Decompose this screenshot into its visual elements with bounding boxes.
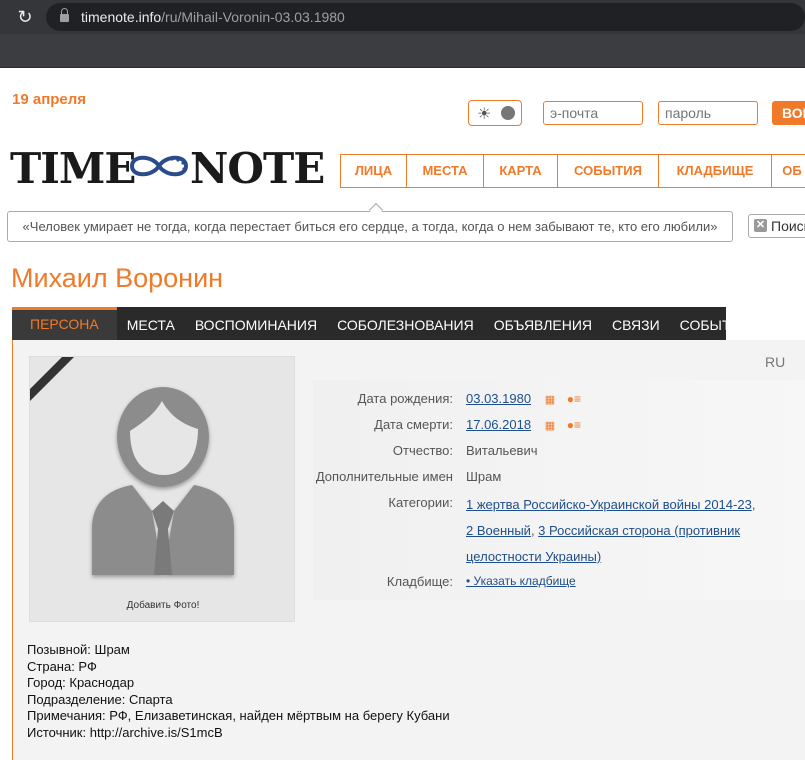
current-date: 19 апреля [12,91,87,108]
site-logo[interactable]: TIME NOTE [10,144,325,193]
email-field[interactable] [543,101,643,125]
extra-names-label: Дополнительные имен [315,469,453,484]
tab-events[interactable]: СОБЫТИЯ [670,307,761,340]
lock-icon [60,8,69,22]
calendar-icon[interactable]: ▦ [545,419,555,432]
password-field[interactable] [658,101,758,125]
categories-label: Категории: [388,495,453,510]
profile-content: Добавить Фото! RU Дата рождения: Дата см… [12,340,805,760]
tab-condolences[interactable]: СОБОЛЕЗНОВАНИЯ [327,307,484,340]
nav-cemetery[interactable]: КЛАДБИЩЕ [659,155,772,187]
profile-photo[interactable]: Добавить Фото! [29,356,295,622]
note-line: Примечания: РФ, Елизаветинская, найден м… [27,708,450,723]
sun-icon: ☀ [477,106,492,123]
logo-text-time: TIME [10,144,136,193]
tab-places[interactable]: МЕСТА [117,307,185,340]
bookmarks-bar [0,34,805,68]
category-link-2[interactable]: 2 Военный [466,523,531,538]
url-text: timenote.info/ru/Mihail-Voronin-03.03.19… [81,9,345,25]
birth-date-link[interactable]: 03.03.1980 [466,391,531,406]
nav-about[interactable]: ОБ [772,155,805,187]
category-link-3[interactable]: 3 Российская сторона (противник [538,523,740,538]
calendar-icon[interactable]: ▦ [545,393,555,406]
nav-faces[interactable]: ЛИЦА [341,155,407,187]
patronymic-value: Витальевич [466,443,538,458]
person-name: Михаил Воронин [11,263,224,293]
note-line: Подразделение: Спарта [27,691,173,707]
close-icon[interactable]: ✕ [754,219,767,232]
note-line: Страна: РФ [27,658,97,674]
moon-icon [501,106,515,120]
main-nav: ЛИЦА МЕСТА КАРТА СОБЫТИЯ КЛАДБИЩЕ ОБ [340,154,805,188]
people-list-icon[interactable]: ●≡ [567,418,581,432]
nav-events[interactable]: СОБЫТИЯ [558,155,659,187]
note-line: Город: Краснодар [27,675,135,690]
language-indicator: RU [765,354,786,370]
notes-block: Позывной: Шрам Страна: РФ Город: Краснод… [27,642,450,741]
people-list-icon[interactable]: ●≡ [567,392,581,406]
tab-memories[interactable]: ВОСПОМИНАНИЯ [185,307,327,340]
mourning-ribbon-inner [30,357,62,389]
search-label: Поиск [771,218,805,234]
extra-names-value: Шрам [466,469,502,484]
birth-label: Дата рождения: [357,391,453,406]
theme-toggle[interactable]: ☀ [468,100,522,126]
category-link-3-cont[interactable]: целостности Украины) [466,549,601,564]
note-line: Источник: http://archive.is/S1mcB [27,724,223,740]
add-photo-label[interactable]: Добавить Фото! [30,600,294,611]
note-line: Позывной: Шрам [27,642,130,657]
death-date-link[interactable]: 17.06.2018 [466,417,531,432]
nav-map[interactable]: КАРТА [484,155,558,187]
reload-icon[interactable]: ↻ [14,6,36,28]
tab-announcements[interactable]: ОБЪЯВЛЕНИЯ [484,307,602,340]
address-bar[interactable]: timenote.info/ru/Mihail-Voronin-03.03.19… [46,3,805,31]
death-label: Дата смерти: [374,417,453,432]
logo-text-note: NOTE [190,144,325,193]
login-button[interactable]: ВОЙТИ [772,101,805,125]
nav-places[interactable]: МЕСТА [407,155,484,187]
cemetery-label: Кладбище: [386,574,453,589]
search-box[interactable]: ✕ Поиск [748,214,805,238]
categories-list: 1 жертва Российско-Украинской войны 2014… [466,497,756,564]
avatar-placeholder-icon [92,387,234,575]
patronymic-label: Отчество: [392,443,453,458]
tab-person[interactable]: ПЕРСОНА [12,307,117,340]
info-labels: Дата рождения: Дата смерти: Отчество: До… [293,340,453,640]
tab-connections[interactable]: СВЯЗИ [602,307,670,340]
quote-banner: «Человек умирает не тогда, когда переста… [7,211,733,242]
browser-toolbar: ↻ timenote.info/ru/Mihail-Voronin-03.03.… [0,0,805,34]
set-cemetery-link[interactable]: • Указать кладбище [466,574,576,588]
profile-tabs: ПЕРСОНА МЕСТА ВОСПОМИНАНИЯ СОБОЛЕЗНОВАНИ… [12,307,751,340]
infinity-icon [129,155,189,177]
category-link-1[interactable]: 1 жертва Российско-Украинской войны 2014… [466,497,752,512]
